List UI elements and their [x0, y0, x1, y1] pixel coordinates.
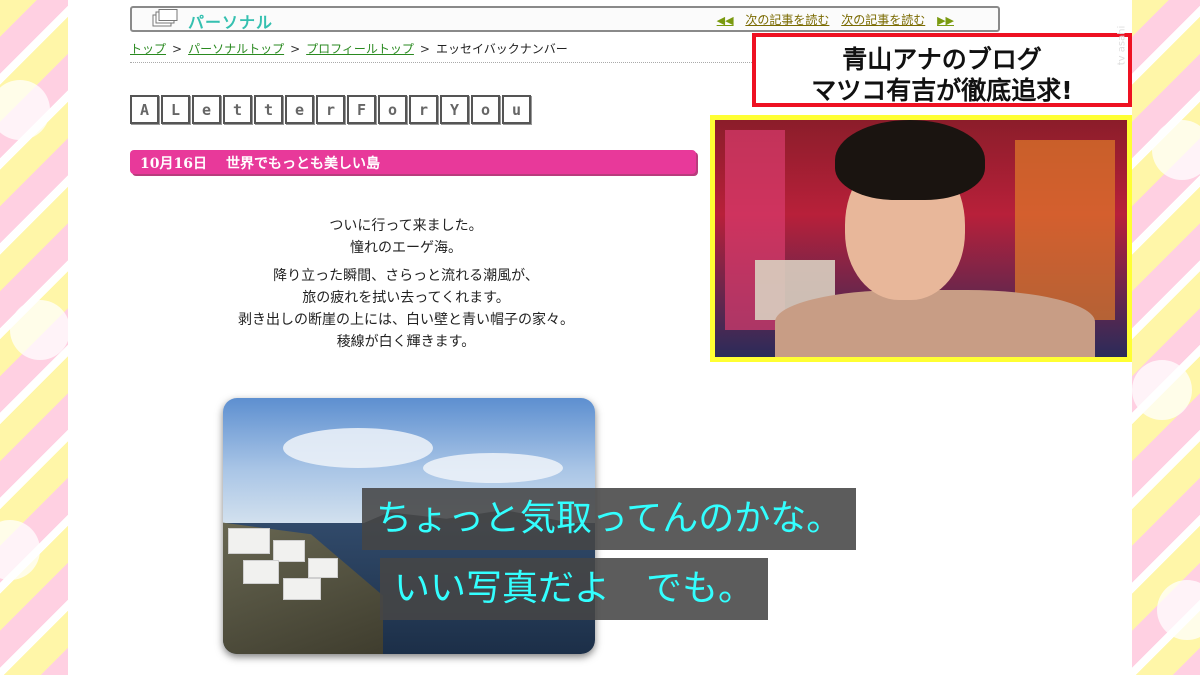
next-article-link[interactable]: 次の記事を読む	[841, 13, 925, 27]
breadcrumb-separator-icon: >	[419, 42, 430, 56]
breadcrumb-personal-top[interactable]: パーソナルトップ	[188, 42, 284, 56]
banner-letter-tile: A	[130, 95, 159, 124]
breadcrumb-profile-top[interactable]: プロフィールトップ	[306, 42, 414, 56]
a-letter-for-you-banner: A L e t t e r F o r Y o u	[130, 95, 531, 124]
photo-houses	[223, 518, 373, 608]
left-decorative-border	[0, 0, 70, 675]
banner-letter-tile: r	[409, 95, 438, 124]
section-header-bar: パーソナル ◀◀ 次の記事を読む 次の記事を読む ▶▶	[130, 6, 1000, 32]
photo-cloud	[423, 453, 563, 483]
folder-stack-icon	[152, 9, 178, 27]
breadcrumb-separator-icon: >	[290, 42, 301, 56]
banner-letter-tile: r	[316, 95, 345, 124]
studio-set-piece	[1015, 140, 1115, 320]
banner-letter-tile: t	[223, 95, 252, 124]
breadcrumb-separator-icon: >	[172, 42, 183, 56]
post-line: 稜線が白く輝きます。	[336, 334, 476, 350]
program-title-line2: マツコ有吉が徹底追求!	[811, 76, 1073, 105]
banner-letter-tile: o	[378, 95, 407, 124]
post-body: ついに行って来ました。 憧れのエーゲ海。 降り立った瞬間、さらっと流れる潮風が、…	[196, 215, 616, 359]
post-line: 旅の疲れを拭い去ってくれます。	[302, 290, 510, 306]
program-title-inner: 青山アナのブログ マツコ有吉が徹底追求!	[756, 37, 1128, 105]
host-body	[775, 290, 1095, 357]
banner-letter-tile: e	[192, 95, 221, 124]
post-date: 10月16日	[140, 156, 207, 172]
prev-article-link[interactable]: 次の記事を読む	[745, 13, 829, 27]
right-decorative-border	[1132, 0, 1200, 675]
banner-letter-tile: u	[502, 95, 531, 124]
article-nav: ◀◀ 次の記事を読む 次の記事を読む ▶▶	[713, 11, 958, 28]
breadcrumb: トップ > パーソナルトップ > プロフィールトップ > エッセイバックナンバー	[130, 40, 568, 57]
next-arrow-icon: ▶▶	[937, 14, 954, 27]
banner-letter-tile: o	[471, 95, 500, 124]
banner-letter-tile: F	[347, 95, 376, 124]
prev-arrow-icon: ◀◀	[716, 14, 734, 27]
post-title-bar: 10月16日 世界でもっとも美しい島	[130, 150, 696, 174]
breadcrumb-current: エッセイバックナンバー	[435, 42, 568, 56]
subtitle-line-1: ちょっと気取ってんのかな。	[362, 488, 857, 550]
post-paragraph: 降り立った瞬間、さらっと流れる潮風が、 旅の疲れを拭い去ってくれます。 剥き出し…	[196, 265, 616, 353]
post-line: 憧れのエーゲ海。	[350, 240, 462, 256]
post-line: 剥き出しの断崖の上には、白い壁と青い帽子の家々。	[238, 312, 574, 328]
banner-letter-tile: L	[161, 95, 190, 124]
post-line: 降り立った瞬間、さらっと流れる潮風が、	[273, 268, 539, 284]
channel-watermark: tv asahi	[1116, 25, 1128, 66]
subtitle-line-2: いい写真だよ でも。	[380, 558, 769, 620]
post-title: 世界でもっとも美しい島	[226, 156, 380, 172]
banner-letter-tile: e	[285, 95, 314, 124]
host-hair	[835, 120, 985, 200]
studio-scene	[715, 120, 1127, 357]
post-line: ついに行って来ました。	[329, 218, 483, 234]
wipe-inset-panel	[710, 115, 1132, 362]
program-title-box: 青山アナのブログ マツコ有吉が徹底追求!	[752, 33, 1132, 107]
banner-letter-tile: t	[254, 95, 283, 124]
section-label: パーソナル	[188, 13, 274, 32]
photo-cloud	[283, 428, 433, 468]
breadcrumb-top[interactable]: トップ	[130, 42, 166, 56]
banner-letter-tile: Y	[440, 95, 469, 124]
post-paragraph: ついに行って来ました。 憧れのエーゲ海。	[196, 215, 616, 259]
